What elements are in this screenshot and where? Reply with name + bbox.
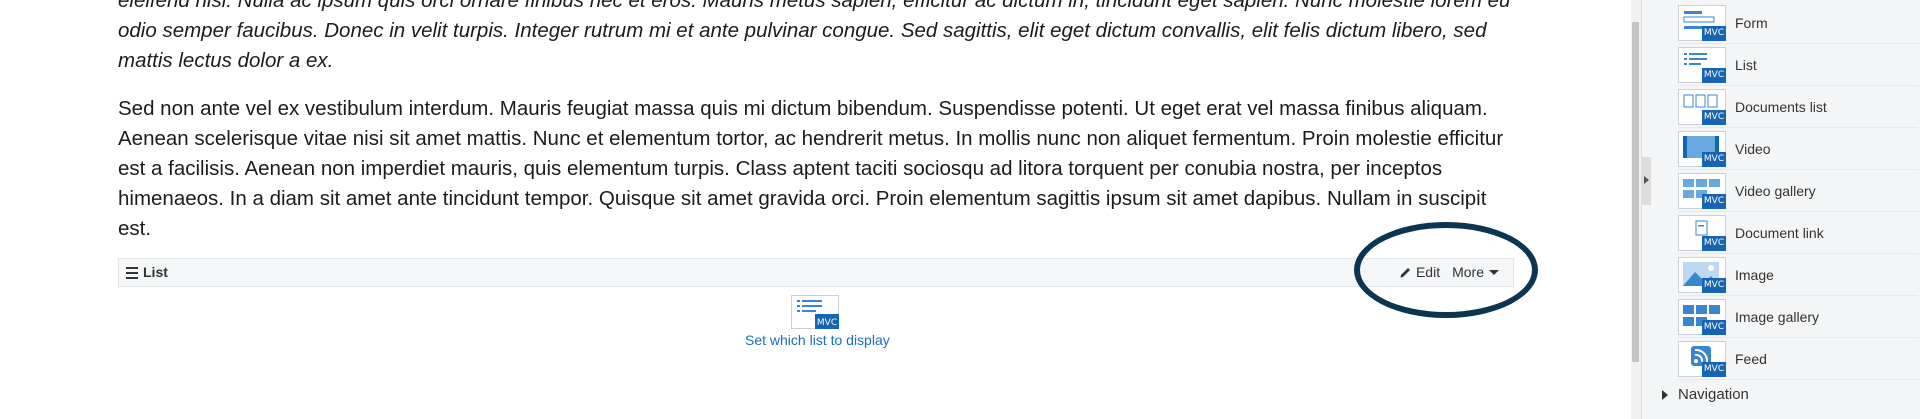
- list-widget-toolbar: List Edit More: [118, 258, 1514, 287]
- toolbox-item-video-gallery[interactable]: MVC Video gallery: [1678, 170, 1918, 212]
- toolbox-item-label: Feed: [1735, 350, 1767, 367]
- triangle-right-icon: [1662, 389, 1668, 400]
- scrollbar-thumb[interactable]: [1632, 22, 1639, 362]
- content-paragraph-2: Sed non ante vel ex vestibulum interdum.…: [118, 97, 1504, 240]
- widget-title: List: [143, 264, 168, 280]
- toolbox-item-form[interactable]: MVC Form: [1678, 2, 1918, 44]
- toolbox-item-label: Image gallery: [1735, 308, 1820, 325]
- documents-list-icon: MVC: [1678, 88, 1726, 125]
- toolbox-item-label: Video: [1735, 140, 1771, 157]
- content-paragraph-1: eleifend nisi. Nulla ac ipsum quis orci …: [118, 0, 1511, 72]
- toolbox-item-label: Image: [1735, 266, 1774, 283]
- toolbox-panel: MVC Form MVC List MVC Documents list MVC…: [1641, 0, 1920, 419]
- highlight-ring: [1354, 222, 1538, 318]
- toolbox-item-image[interactable]: MVC Image: [1678, 254, 1918, 296]
- form-icon: MVC: [1678, 4, 1726, 41]
- mvc-badge: MVC: [1702, 25, 1726, 41]
- toolbox-widget-list: MVC Form MVC List MVC Documents list MVC…: [1678, 2, 1918, 380]
- section-label: Navigation: [1678, 386, 1749, 403]
- page: eleifend nisi. Nulla ac ipsum quis orci …: [0, 0, 1920, 419]
- toolbox-item-video[interactable]: MVC Video: [1678, 128, 1918, 170]
- mvc-badge: MVC: [1702, 67, 1726, 83]
- toolbox-section-navigation[interactable]: Navigation: [1662, 386, 1749, 403]
- mvc-badge: MVC: [1702, 151, 1726, 167]
- toolbox-item-label: Documents list: [1735, 98, 1827, 115]
- toolbox-item-label: Document link: [1735, 224, 1824, 241]
- mvc-badge: MVC: [1702, 277, 1726, 293]
- mvc-badge: MVC: [1702, 361, 1726, 377]
- toolbox-item-documents-list[interactable]: MVC Documents list: [1678, 86, 1918, 128]
- mvc-badge: MVC: [1702, 109, 1726, 125]
- video-gallery-icon: MVC: [1678, 172, 1726, 209]
- toolbox-item-list[interactable]: MVC List: [1678, 44, 1918, 86]
- document-link-icon: MVC: [1678, 214, 1726, 251]
- toolbox-item-label: List: [1735, 56, 1757, 73]
- mvc-badge: MVC: [1702, 193, 1726, 209]
- toolbox-item-image-gallery[interactable]: MVC Image gallery: [1678, 296, 1918, 338]
- list-icon: MVC: [1678, 46, 1726, 83]
- list-widget-placeholder-icon: MVC: [791, 295, 839, 334]
- toolbox-item-document-link[interactable]: MVC Document link: [1678, 212, 1918, 254]
- mvc-badge: MVC: [817, 318, 837, 328]
- set-list-link[interactable]: Set which list to display: [745, 332, 1085, 348]
- toolbox-item-label: Form: [1735, 14, 1768, 31]
- image-icon: MVC: [1678, 256, 1726, 293]
- toolbox-item-feed[interactable]: MVC Feed: [1678, 338, 1918, 380]
- video-icon: MVC: [1678, 130, 1726, 167]
- image-gallery-icon: MVC: [1678, 298, 1726, 335]
- chevron-right-icon: [1644, 176, 1649, 184]
- mvc-badge: MVC: [1702, 235, 1726, 251]
- feed-icon: MVC: [1678, 340, 1726, 377]
- mvc-badge: MVC: [1702, 319, 1726, 335]
- drag-handle-icon[interactable]: [126, 267, 138, 279]
- panel-collapse-toggle[interactable]: [1642, 157, 1651, 205]
- toolbox-item-label: Video gallery: [1735, 182, 1816, 199]
- content-area: eleifend nisi. Nulla ac ipsum quis orci …: [118, 0, 1518, 244]
- content-scrollbar[interactable]: [1631, 0, 1641, 419]
